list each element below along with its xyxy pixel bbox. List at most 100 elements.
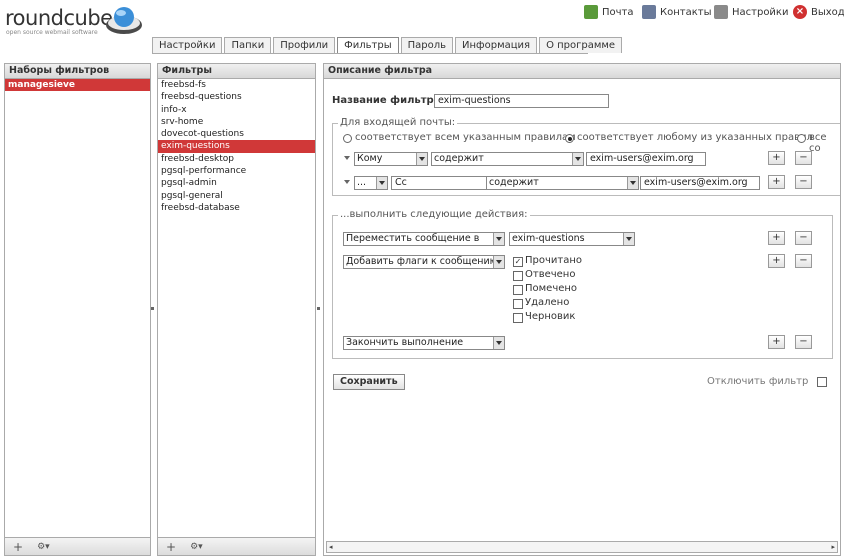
rule1-remove-button[interactable]: − [795, 151, 812, 165]
action2-add-button[interactable]: + [768, 254, 785, 268]
filtersets-panel: Наборы фильтров managesieve + ⚙▾ [4, 63, 151, 556]
horizontal-scrollbar[interactable]: ◂ ▸ [326, 541, 838, 553]
action1-add-button[interactable]: + [768, 231, 785, 245]
actions-legend: ...выполнить следующие действия: [338, 209, 530, 220]
filtersets-title: Наборы фильтров [5, 64, 150, 79]
action2-select[interactable]: Добавить флаги к сообщению [343, 255, 505, 269]
filter-item[interactable]: pgsql-performance [158, 165, 315, 177]
action2-remove-button[interactable]: − [795, 254, 812, 268]
filter-item[interactable]: dovecot-questions [158, 128, 315, 140]
rule2-add-button[interactable]: + [768, 175, 785, 189]
filters-panel: Фильтры freebsd-fs freebsd-questions inf… [157, 63, 316, 556]
filter-item[interactable]: pgsql-general [158, 190, 315, 202]
nav-mail[interactable]: Почта [584, 4, 634, 20]
filter-item[interactable]: freebsd-fs [158, 79, 315, 91]
flag-flagged-checkbox[interactable] [513, 285, 523, 295]
match-allmsgs-radio[interactable] [797, 134, 806, 143]
tab-folders[interactable]: Папки [224, 37, 272, 53]
tab-divider [152, 53, 588, 54]
action3-add-button[interactable]: + [768, 335, 785, 349]
rule2-custom-header-input[interactable]: Cc [391, 176, 488, 190]
action1-select[interactable]: Переместить сообщение в [343, 232, 505, 246]
flag-draft-label: Черновик [525, 311, 576, 322]
action1-target-select[interactable]: exim-questions [509, 232, 635, 246]
detail-title: Описание фильтра [324, 64, 840, 79]
rule-expand-icon[interactable] [344, 180, 350, 184]
tab-identities[interactable]: Профили [273, 37, 336, 53]
nav-settings-label: Настройки [732, 6, 789, 18]
nav-contacts[interactable]: Контакты [642, 4, 711, 20]
filterset-item[interactable]: managesieve [5, 79, 150, 92]
contacts-icon [642, 5, 656, 19]
flag-flagged-label: Помечено [525, 283, 578, 294]
filter-item[interactable]: freebsd-questions [158, 91, 315, 103]
disable-filter-label: Отключить фильтр [707, 376, 809, 387]
rule2-op-select[interactable]: содержит [486, 176, 639, 190]
rule1-value-input[interactable]: exim-users@exim.org [586, 152, 706, 166]
save-button[interactable]: Сохранить [333, 374, 405, 390]
match-any-radio[interactable] [565, 134, 574, 143]
rule2-remove-button[interactable]: − [795, 175, 812, 189]
scroll-right-icon[interactable]: ▸ [831, 544, 835, 551]
rule1-header-select[interactable]: Кому [354, 152, 428, 166]
tab-about[interactable]: О программе [539, 37, 623, 53]
nav-logout-label: Выход [811, 6, 844, 18]
flag-deleted-checkbox[interactable] [513, 299, 523, 309]
tab-info[interactable]: Информация [455, 37, 538, 53]
logo: roundcube open source webmail software [5, 3, 145, 39]
tab-password[interactable]: Пароль [400, 37, 454, 53]
filters-title: Фильтры [158, 64, 315, 79]
filter-name-input[interactable]: exim-questions [434, 94, 609, 108]
filter-actions-button[interactable]: ⚙▾ [190, 542, 203, 552]
rule2-header-select[interactable]: ... [354, 176, 388, 190]
logo-tagline: open source webmail software [6, 29, 98, 36]
flag-draft-checkbox[interactable] [513, 313, 523, 323]
nav-settings[interactable]: Настройки [714, 4, 788, 20]
splitter-grip[interactable] [151, 307, 154, 310]
flag-answered-label: Отвечено [525, 269, 576, 280]
nav-logout[interactable]: × Выход [793, 4, 844, 20]
action3-select[interactable]: Закончить выполнение [343, 336, 505, 350]
action3-remove-button[interactable]: − [795, 335, 812, 349]
flag-answered-checkbox[interactable] [513, 271, 523, 281]
settings-icon [714, 5, 728, 19]
disable-filter-checkbox[interactable] [817, 377, 827, 387]
nav-contacts-label: Контакты [660, 6, 712, 18]
filter-item[interactable]: freebsd-database [158, 202, 315, 214]
match-any-label: соответствует любому из указанных правил [577, 132, 813, 143]
logout-icon: × [793, 5, 807, 19]
match-all-radio[interactable] [343, 134, 352, 143]
filters-list: freebsd-fs freebsd-questions info-x srv-… [158, 79, 315, 214]
filterset-actions-button[interactable]: ⚙▾ [37, 542, 50, 552]
settings-tabs: Настройки Папки Профили Фильтры Пароль И… [152, 37, 624, 54]
rule2-value-input[interactable]: exim-users@exim.org [640, 176, 760, 190]
tab-settings[interactable]: Настройки [152, 37, 223, 53]
add-filter-button[interactable]: + [166, 540, 176, 554]
logo-text: roundcube [5, 6, 113, 30]
scroll-left-icon[interactable]: ◂ [329, 544, 333, 551]
filter-item[interactable]: pgsql-admin [158, 177, 315, 189]
match-all-label: соответствует всем указанным правилам [355, 132, 576, 143]
filter-name-label: Название фильтра: [332, 95, 445, 106]
filter-item[interactable]: srv-home [158, 116, 315, 128]
flag-read-label: Прочитано [525, 255, 583, 266]
filter-item[interactable]: freebsd-desktop [158, 153, 315, 165]
rule1-add-button[interactable]: + [768, 151, 785, 165]
mail-icon [584, 5, 598, 19]
flag-read-checkbox[interactable]: ✓ [513, 257, 523, 267]
incoming-legend: Для входящей почты: [338, 117, 458, 128]
filter-item-selected[interactable]: exim-questions [158, 140, 315, 153]
filtersets-footer: + ⚙▾ [5, 537, 150, 555]
rule-expand-icon[interactable] [344, 156, 350, 160]
nav-mail-label: Почта [602, 6, 634, 18]
tab-filters[interactable]: Фильтры [337, 37, 399, 54]
filter-item[interactable]: info-x [158, 104, 315, 116]
add-filterset-button[interactable]: + [13, 540, 23, 554]
flag-deleted-label: Удалено [525, 297, 570, 308]
match-allmsgs-label: все со [809, 132, 827, 154]
action1-remove-button[interactable]: − [795, 231, 812, 245]
filters-footer: + ⚙▾ [158, 537, 315, 555]
splitter-grip[interactable] [317, 307, 320, 310]
filter-detail-panel: Описание фильтра Название фильтра: exim-… [323, 63, 841, 556]
rule1-op-select[interactable]: содержит [431, 152, 584, 166]
